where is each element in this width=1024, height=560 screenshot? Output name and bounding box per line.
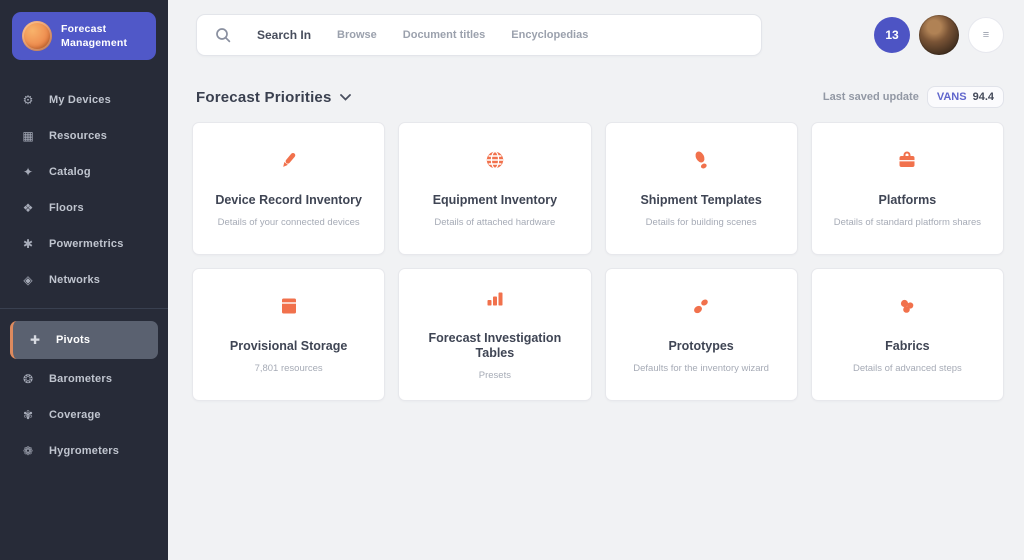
footprint-icon (690, 149, 712, 171)
search-link-browse[interactable]: Browse (337, 29, 377, 41)
diamond-icon: ❖ (20, 201, 36, 215)
card-subtitle: Details of attached hardware (434, 217, 555, 229)
sidebar-item-label: My Devices (49, 94, 111, 106)
notification-button[interactable]: 13 (874, 17, 910, 53)
section-header-right: Last saved update VANS 94.4 (823, 86, 1004, 108)
menu-icon: ≡ (983, 29, 989, 41)
card-subtitle: 7,801 resources (255, 363, 323, 375)
sidebar-item-powermetrics[interactable]: ✱ Powermetrics (0, 226, 168, 262)
card-title: Forecast Investigation Tables (413, 331, 576, 361)
topbar: Search In Browse Document titles Encyclo… (168, 0, 1024, 56)
gear-icon: ⚙ (20, 93, 36, 107)
card-title: Prototypes (668, 339, 733, 354)
card-device-record-inventory[interactable]: Device Record Inventory Details of your … (192, 122, 385, 255)
card-subtitle: Details of standard platform shares (834, 217, 981, 229)
sidebar-item-label: Floors (49, 202, 84, 214)
badge-prefix: VANS (937, 91, 967, 103)
flower-icon: ✾ (20, 408, 36, 422)
card-title: Equipment Inventory (433, 193, 557, 208)
card-shipment-templates[interactable]: Shipment Templates Details for building … (605, 122, 798, 255)
app-name-line1: Forecast (61, 22, 127, 36)
sidebar-item-label: Catalog (49, 166, 91, 178)
drop-icon: ❁ (20, 444, 36, 458)
briefcase-icon (896, 149, 918, 171)
sidebar-item-my-devices[interactable]: ⚙ My Devices (0, 82, 168, 118)
asterisk-icon: ✱ (20, 237, 36, 251)
card-provisional-storage[interactable]: Provisional Storage 7,801 resources (192, 268, 385, 401)
sidebar-divider (0, 308, 168, 309)
version-badge[interactable]: VANS 94.4 (927, 86, 1004, 108)
sidebar-item-resources[interactable]: ▦ Resources (0, 118, 168, 154)
sidebar-item-coverage[interactable]: ✾ Coverage (0, 397, 168, 433)
chevron-down-icon (340, 88, 351, 106)
card-subtitle: Details of advanced steps (853, 363, 962, 375)
app-name-line2: Management (61, 36, 127, 50)
notification-count: 13 (885, 28, 898, 42)
section-title-dropdown[interactable]: Forecast Priorities (196, 88, 351, 106)
globe-icon (484, 149, 506, 171)
pencil-icon (278, 149, 300, 171)
star-icon: ✦ (20, 165, 36, 179)
card-grid: Device Record Inventory Details of your … (192, 122, 1004, 401)
sidebar-item-label: Resources (49, 130, 107, 142)
page-title: Forecast Priorities (196, 89, 332, 106)
sidebar-item-floors[interactable]: ❖ Floors (0, 190, 168, 226)
search-bar[interactable]: Search In Browse Document titles Encyclo… (196, 14, 762, 56)
search-link-encyclopedias[interactable]: Encyclopedias (511, 29, 588, 41)
badge-value: 94.4 (973, 91, 994, 103)
sidebar-item-label: Networks (49, 274, 100, 286)
card-title: Shipment Templates (640, 193, 761, 208)
card-equipment-inventory[interactable]: Equipment Inventory Details of attached … (398, 122, 591, 255)
sidebar-nav: ⚙ My Devices ▦ Resources ✦ Catalog ❖ Flo… (0, 82, 168, 469)
card-subtitle: Details for building scenes (646, 217, 757, 229)
app-name: Forecast Management (61, 22, 127, 50)
sidebar-item-networks[interactable]: ◈ Networks (0, 262, 168, 298)
sidebar-item-label: Hygrometers (49, 445, 119, 457)
card-title: Device Record Inventory (215, 193, 362, 208)
gauge-icon: ❂ (20, 372, 36, 386)
coin-logo-icon (22, 21, 52, 51)
puzzle-icon: ✚ (27, 333, 43, 347)
search-icon (215, 27, 231, 43)
card-platforms[interactable]: Platforms Details of standard platform s… (811, 122, 1004, 255)
card-subtitle: Presets (479, 370, 511, 382)
sidebar-item-label: Powermetrics (49, 238, 124, 250)
bar-chart-icon (484, 287, 506, 309)
more-menu-button[interactable]: ≡ (968, 17, 1004, 53)
sidebar: Forecast Management ⚙ My Devices ▦ Resou… (0, 0, 168, 560)
sidebar-item-barometers[interactable]: ❂ Barometers (0, 361, 168, 397)
app-logo[interactable]: Forecast Management (12, 12, 156, 60)
card-title: Provisional Storage (230, 339, 347, 354)
saved-status-label: Last saved update (823, 91, 919, 103)
card-forecast-investigation-tables[interactable]: Forecast Investigation Tables Presets (398, 268, 591, 401)
sidebar-item-catalog[interactable]: ✦ Catalog (0, 154, 168, 190)
card-fabrics[interactable]: Fabrics Details of advanced steps (811, 268, 1004, 401)
section-header: Forecast Priorities Last saved update VA… (168, 56, 1024, 108)
sidebar-item-hygrometers[interactable]: ❁ Hygrometers (0, 433, 168, 469)
avatar[interactable] (919, 15, 959, 55)
sidebar-item-label: Barometers (49, 373, 112, 385)
card-prototypes[interactable]: Prototypes Defaults for the inventory wi… (605, 268, 798, 401)
card-subtitle: Details of your connected devices (218, 217, 360, 229)
sidebar-item-label: Coverage (49, 409, 101, 421)
main-content: Search In Browse Document titles Encyclo… (168, 0, 1024, 560)
search-input-value[interactable]: Search In (257, 28, 311, 42)
cluster-icon (896, 295, 918, 317)
node-icon: ◈ (20, 273, 36, 287)
archive-icon (278, 295, 300, 317)
card-subtitle: Defaults for the inventory wizard (633, 363, 769, 375)
search-link-document-titles[interactable]: Document titles (403, 29, 486, 41)
card-title: Fabrics (885, 339, 929, 354)
beans-icon (690, 295, 712, 317)
grid-icon: ▦ (20, 129, 36, 143)
topbar-actions: 13 ≡ (874, 15, 1004, 55)
sidebar-item-label: Pivots (56, 334, 90, 346)
card-title: Platforms (879, 193, 937, 208)
sidebar-item-pivots-active[interactable]: ✚ Pivots (10, 321, 158, 359)
